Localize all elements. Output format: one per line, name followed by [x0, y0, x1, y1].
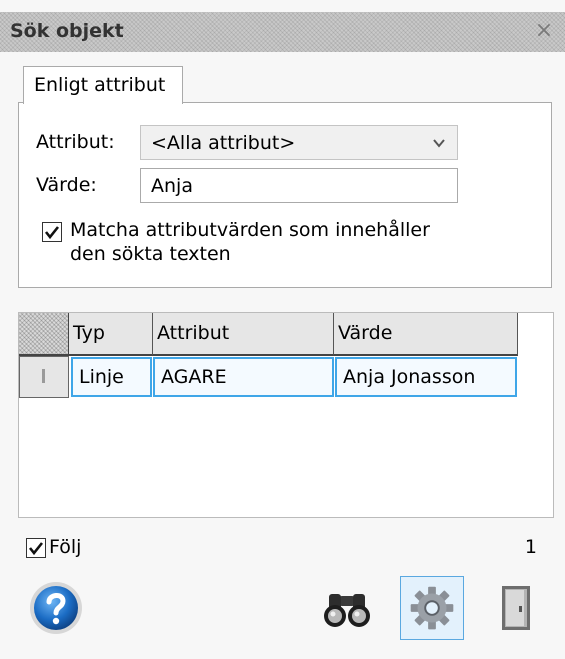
column-header-label: Värde: [338, 322, 393, 344]
checkmark-icon: [44, 226, 60, 240]
cell-attribut[interactable]: AGARE: [153, 357, 334, 397]
door-icon: [502, 586, 530, 630]
help-button[interactable]: [24, 576, 88, 640]
match-label-line1: Matcha attributvärden som innehåller: [70, 219, 430, 241]
follow-label: Följ: [49, 536, 82, 558]
search-button[interactable]: [315, 576, 379, 640]
dialog-title: Sök objekt: [10, 20, 124, 42]
attribute-select[interactable]: <Alla attribut>: [140, 125, 458, 160]
column-header-label: Typ: [73, 322, 105, 344]
close-button[interactable]: ×: [531, 18, 557, 44]
column-header-label: Attribut: [157, 322, 230, 344]
exit-button[interactable]: [484, 576, 548, 640]
tab-label: Enligt attribut: [34, 74, 166, 96]
cell-typ[interactable]: Linje: [71, 357, 152, 397]
attribute-label: Attribut:: [36, 131, 115, 153]
result-count: 1: [524, 536, 537, 558]
binoculars-icon: [324, 594, 370, 627]
chevron-down-icon: [433, 139, 445, 148]
cell-text: Anja Jonasson: [343, 366, 476, 388]
settings-button[interactable]: [400, 576, 464, 640]
row-header[interactable]: [19, 356, 69, 398]
row-indicator: [42, 369, 45, 383]
column-header-attribut[interactable]: Attribut: [153, 313, 334, 356]
value-input-text: Anja: [151, 175, 193, 197]
checkmark-icon: [28, 542, 44, 556]
match-substring-checkbox[interactable]: [42, 222, 62, 242]
cell-text: AGARE: [161, 366, 227, 388]
attribute-select-value: <Alla attribut>: [151, 132, 296, 154]
value-label: Värde:: [36, 174, 97, 196]
question-icon: [30, 582, 82, 634]
column-header-varde[interactable]: Värde: [334, 313, 518, 356]
title-bar[interactable]: Sök objekt ×: [0, 12, 565, 52]
value-input[interactable]: Anja: [140, 168, 458, 203]
results-grid: Typ Attribut Värde Linje AGARE Anja Jona…: [18, 312, 554, 518]
follow-checkbox[interactable]: [26, 538, 46, 558]
search-objects-dialog: Sök objekt × Enligt attribut Attribut: <…: [0, 0, 565, 659]
column-header-typ[interactable]: Typ: [69, 313, 153, 356]
gear-icon: [410, 586, 454, 630]
cell-varde[interactable]: Anja Jonasson: [335, 357, 517, 397]
cell-text: Linje: [79, 366, 124, 388]
tab-by-attribute[interactable]: Enligt attribut: [23, 66, 183, 104]
grid-corner[interactable]: [19, 313, 69, 356]
match-label-line2: den sökta texten: [70, 243, 231, 265]
